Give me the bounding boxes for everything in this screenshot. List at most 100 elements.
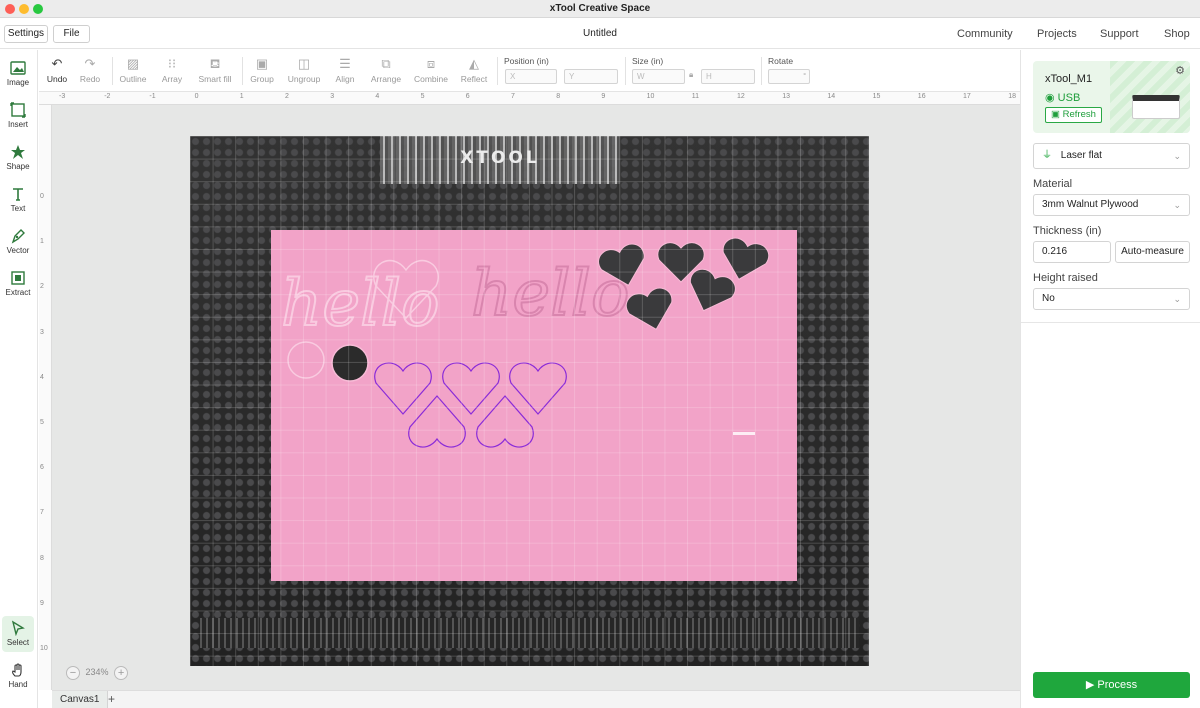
rail-select[interactable]: Select <box>2 616 34 652</box>
cut-heart <box>689 268 736 312</box>
size-h-input[interactable]: H <box>701 69 755 84</box>
add-canvas-button[interactable]: + <box>108 692 115 706</box>
arrange-label: Arrange <box>370 74 402 84</box>
shop-link[interactable]: Shop <box>1164 28 1190 40</box>
canvas-tab-bar: Canvas1 + <box>52 690 1020 708</box>
combine-button[interactable]: ⧈ Combine <box>410 54 452 84</box>
rail-hand[interactable]: Hand <box>2 658 34 694</box>
rail-text[interactable]: Text <box>2 182 34 218</box>
menu-bar: Settings File Untitled Community Project… <box>0 19 1200 49</box>
lock-ratio-icon[interactable]: 🔒︎ <box>689 70 693 80</box>
array-icon: ⁝⁝ <box>167 56 177 71</box>
align-button[interactable]: ☰ Align <box>325 54 365 84</box>
camera-preview[interactable]: XTOOL hello hello <box>190 136 869 666</box>
rail-image[interactable]: Image <box>2 56 34 92</box>
support-link[interactable]: Support <box>1100 28 1139 40</box>
combine-icon: ⧈ <box>426 56 436 71</box>
thickness-label: Thickness (in) <box>1033 225 1102 237</box>
process-label: Process <box>1097 679 1138 691</box>
camera-refresh-icon: ▣ <box>1051 109 1060 120</box>
material-board: hello hello <box>271 230 797 581</box>
processing-mode-value: Laser flat <box>1060 150 1102 161</box>
machine-brand-text: XTOOL <box>460 148 540 168</box>
ruler-left-tick-label: 3 <box>40 328 44 336</box>
position-label: Position (in) <box>504 56 549 66</box>
position-y-input[interactable]: Y <box>564 69 618 84</box>
ruler-top-tick-label: 6 <box>465 93 470 100</box>
ruler-top-tick-label: 2 <box>285 93 289 100</box>
group-label: Group <box>250 74 274 84</box>
zoom-out-button[interactable]: − <box>66 666 80 680</box>
array-button[interactable]: ⁝⁝ Array <box>152 54 192 84</box>
ruler-top-tick-label: 18 <box>1008 93 1016 100</box>
rotate-input[interactable]: ° <box>768 69 810 84</box>
rail-vector[interactable]: Vector <box>2 224 34 260</box>
rail-shape[interactable]: Shape <box>2 140 34 176</box>
rail-image-label: Image <box>6 78 30 87</box>
height-raised-label: Height raised <box>1033 272 1098 284</box>
left-tool-rail: Image Insert Shape Text Vector Extract S… <box>0 50 38 708</box>
align-label: Align <box>335 74 355 84</box>
ruler-top-tick-label: 17 <box>963 93 971 100</box>
auto-measure-button[interactable]: Auto-measure <box>1115 241 1190 263</box>
smart-fill-button[interactable]: ⛾ Smart fill <box>193 54 237 84</box>
chevron-down-icon: ⌄ <box>1173 294 1181 304</box>
refresh-button[interactable]: ▣ Refresh <box>1045 107 1102 123</box>
ruler-left-tick-label: 1 <box>40 238 44 246</box>
zoom-control: − 234% + <box>66 666 129 680</box>
projects-link[interactable]: Projects <box>1037 28 1077 40</box>
ruler-left-tick-label: 10 <box>40 645 48 652</box>
community-link[interactable]: Community <box>957 28 1013 40</box>
tab-canvas1[interactable]: Canvas1 <box>52 691 109 708</box>
rail-insert[interactable]: Insert <box>2 98 34 134</box>
material-label: Material <box>1033 178 1073 190</box>
cut-circle <box>331 344 369 382</box>
window-title: xTool Creative Space <box>549 3 651 14</box>
redo-label: Redo <box>79 74 101 84</box>
toolbar-divider <box>625 57 626 85</box>
glare-spot <box>733 432 755 435</box>
gear-icon[interactable]: ⚙ <box>1175 64 1185 77</box>
thickness-input[interactable]: 0.216 <box>1033 241 1111 263</box>
group-icon: ▣ <box>255 56 269 71</box>
group-button[interactable]: ▣ Group <box>242 54 282 84</box>
redo-button[interactable]: ↷ Redo <box>70 54 110 84</box>
ruler-top-tick-label: 13 <box>782 93 790 100</box>
reflect-button[interactable]: ◭ Reflect <box>454 54 494 84</box>
ruler-left-tick-label: 7 <box>40 509 44 517</box>
ruler-top-tick-label: 11 <box>691 93 700 100</box>
ruler-left: 0123456789101112 <box>39 105 52 690</box>
ruler-top-tick-label: 12 <box>737 93 745 100</box>
outline-label: Outline <box>119 74 147 84</box>
arrange-button[interactable]: ⧉ Arrange <box>365 54 407 84</box>
bed-bottom-ruler <box>200 618 859 648</box>
design-hearts-group <box>374 362 567 448</box>
processing-mode-select[interactable]: ⏚ Laser flat ⌄ <box>1033 143 1190 169</box>
insert-icon <box>10 102 26 118</box>
canvas-area[interactable]: XTOOL hello hello − 234% + <box>52 105 1020 690</box>
redo-icon: ↷ <box>84 56 96 71</box>
material-select[interactable]: 3mm Walnut Plywood ⌄ <box>1033 194 1190 216</box>
circle-outline-faint <box>287 341 325 379</box>
device-name[interactable]: xTool_M1 <box>1045 73 1092 85</box>
array-label: Array <box>161 74 183 84</box>
ruler-top-tick-label: 7 <box>511 93 515 100</box>
ruler-top-tick-label: 4 <box>375 93 380 100</box>
board-artwork: hello hello <box>280 237 770 448</box>
hand-icon <box>12 663 22 677</box>
extract-icon <box>11 271 25 285</box>
ungroup-button[interactable]: ◫ Ungroup <box>283 54 325 84</box>
height-raised-select[interactable]: No ⌄ <box>1033 288 1190 310</box>
arrange-icon: ⧉ <box>381 56 391 71</box>
shape-icon <box>11 145 25 159</box>
zoom-in-button[interactable]: + <box>114 666 129 680</box>
outline-button[interactable]: ▨ Outline <box>113 54 153 84</box>
image-icon <box>10 61 26 75</box>
position-x-input[interactable]: X <box>505 69 557 84</box>
size-w-input[interactable]: W <box>632 69 685 84</box>
smart-fill-label: Smart fill <box>198 74 232 84</box>
rail-extract[interactable]: Extract <box>2 266 34 302</box>
title-bar: xTool Creative Space <box>0 0 1200 18</box>
connection-status: ◉ USB <box>1045 91 1080 104</box>
process-button[interactable]: ▶︎ Process <box>1033 672 1190 698</box>
